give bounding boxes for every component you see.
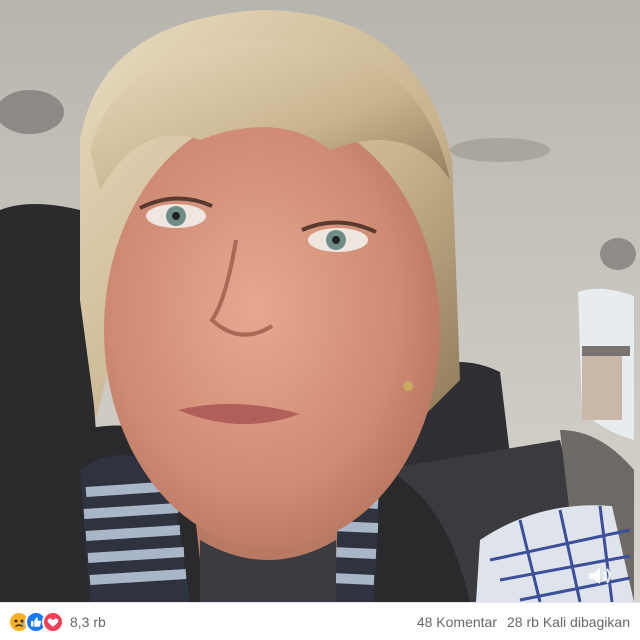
video-frame (0, 0, 640, 602)
comment-count-link[interactable]: 48 Komentar (417, 614, 497, 630)
video-player[interactable] (0, 0, 640, 602)
love-react-icon (42, 610, 64, 633)
volume-icon[interactable] (586, 564, 614, 588)
reaction-count[interactable]: 8,3 rb (70, 614, 106, 630)
post-footer: 8,3 rb 48 Komentar 28 rb Kali dibagikan (0, 602, 640, 640)
share-count-link[interactable]: 28 rb Kali dibagikan (507, 614, 630, 630)
reactions-summary[interactable]: 8,3 rb (8, 610, 106, 633)
post-stats: 48 Komentar 28 rb Kali dibagikan (417, 614, 630, 630)
video-post: 8,3 rb 48 Komentar 28 rb Kali dibagikan (0, 0, 640, 640)
